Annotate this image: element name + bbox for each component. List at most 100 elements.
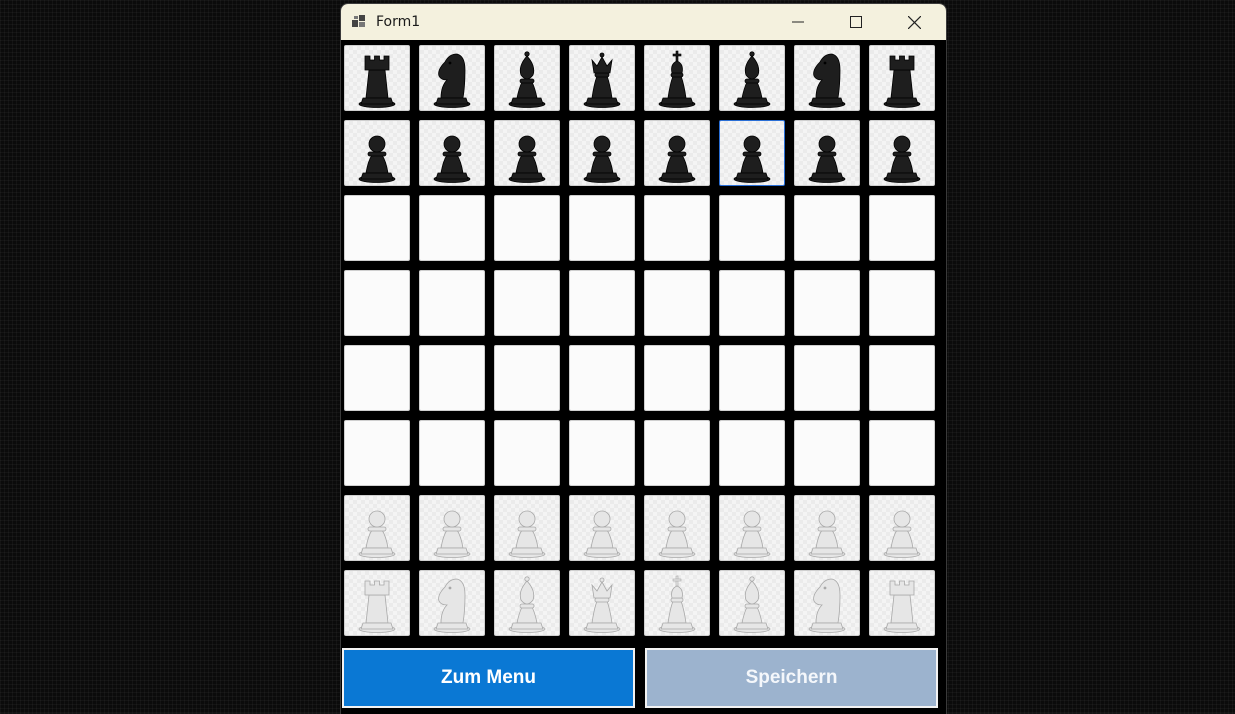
maximize-icon — [850, 16, 862, 28]
black-rook-icon — [358, 55, 396, 108]
board-cell[interactable] — [644, 195, 710, 261]
board-cell[interactable] — [869, 570, 935, 636]
app-window: Form1 Zum Menu Speichern — [340, 3, 947, 714]
board-cell[interactable] — [869, 120, 935, 186]
board-cell[interactable] — [344, 270, 410, 336]
black-knight-icon — [808, 53, 846, 108]
board-cell[interactable] — [794, 270, 860, 336]
board-cell[interactable] — [494, 270, 560, 336]
board-cell[interactable] — [719, 195, 785, 261]
white-knight-icon — [433, 578, 471, 633]
white-pawn-icon — [883, 510, 921, 558]
board-cell[interactable] — [644, 495, 710, 561]
black-pawn-icon — [358, 135, 396, 183]
board-cell[interactable] — [419, 495, 485, 561]
white-pawn-icon — [583, 510, 621, 558]
board-cell[interactable] — [494, 420, 560, 486]
board-cell[interactable] — [569, 195, 635, 261]
board-cell[interactable] — [794, 45, 860, 111]
black-pawn-icon — [658, 135, 696, 183]
board-cell[interactable] — [569, 120, 635, 186]
white-pawn-icon — [733, 510, 771, 558]
close-icon — [907, 15, 921, 29]
zum-menu-button[interactable]: Zum Menu — [342, 648, 635, 708]
board-cell[interactable] — [494, 45, 560, 111]
board-cell[interactable] — [419, 270, 485, 336]
board-cell[interactable] — [869, 345, 935, 411]
board-cell[interactable] — [794, 120, 860, 186]
board-cell[interactable] — [494, 195, 560, 261]
white-bishop-icon — [508, 576, 546, 633]
black-pawn-icon — [808, 135, 846, 183]
white-rook-icon — [883, 580, 921, 633]
window-title: Form1 — [376, 14, 421, 30]
white-pawn-icon — [658, 510, 696, 558]
white-rook-icon — [358, 580, 396, 633]
board-cell[interactable] — [719, 345, 785, 411]
board-cell[interactable] — [644, 345, 710, 411]
speichern-button[interactable]: Speichern — [645, 648, 938, 708]
board-cell[interactable] — [419, 45, 485, 111]
black-bishop-icon — [733, 51, 771, 108]
white-king-icon — [658, 575, 696, 633]
board-cell[interactable] — [719, 570, 785, 636]
white-bishop-icon — [733, 576, 771, 633]
chess-board — [341, 40, 946, 640]
board-cell[interactable] — [419, 195, 485, 261]
board-cell[interactable] — [494, 120, 560, 186]
white-knight-icon — [808, 578, 846, 633]
board-cell[interactable] — [794, 570, 860, 636]
board-cell[interactable] — [569, 495, 635, 561]
board-cell[interactable] — [869, 420, 935, 486]
board-cell[interactable] — [719, 270, 785, 336]
board-cell[interactable] — [869, 45, 935, 111]
board-cell[interactable] — [869, 195, 935, 261]
white-pawn-icon — [433, 510, 471, 558]
white-pawn-icon — [808, 510, 846, 558]
board-cell[interactable] — [719, 420, 785, 486]
board-cell[interactable] — [719, 120, 785, 186]
board-cell[interactable] — [419, 570, 485, 636]
black-rook-icon — [883, 55, 921, 108]
board-cell[interactable] — [344, 420, 410, 486]
board-cell[interactable] — [344, 345, 410, 411]
close-button[interactable] — [885, 4, 943, 40]
black-pawn-icon — [733, 135, 771, 183]
board-cell[interactable] — [344, 120, 410, 186]
board-cell[interactable] — [569, 270, 635, 336]
board-cell[interactable] — [794, 495, 860, 561]
board-cell[interactable] — [794, 420, 860, 486]
board-cell[interactable] — [494, 570, 560, 636]
board-cell[interactable] — [794, 345, 860, 411]
board-cell[interactable] — [494, 495, 560, 561]
board-cell[interactable] — [719, 45, 785, 111]
board-cell[interactable] — [419, 120, 485, 186]
board-cell[interactable] — [344, 195, 410, 261]
board-cell[interactable] — [344, 495, 410, 561]
title-bar[interactable]: Form1 — [341, 4, 946, 40]
minimize-button[interactable] — [769, 4, 827, 40]
black-king-icon — [658, 50, 696, 108]
board-cell[interactable] — [419, 420, 485, 486]
board-cell[interactable] — [569, 570, 635, 636]
board-cell[interactable] — [344, 570, 410, 636]
board-cell[interactable] — [719, 495, 785, 561]
board-cell[interactable] — [644, 570, 710, 636]
board-cell[interactable] — [794, 195, 860, 261]
board-cell[interactable] — [644, 45, 710, 111]
black-pawn-icon — [433, 135, 471, 183]
board-cell[interactable] — [569, 45, 635, 111]
board-cell[interactable] — [644, 270, 710, 336]
board-cell[interactable] — [494, 345, 560, 411]
board-cell[interactable] — [644, 120, 710, 186]
board-cell[interactable] — [569, 345, 635, 411]
maximize-button[interactable] — [827, 4, 885, 40]
black-pawn-icon — [508, 135, 546, 183]
board-cell[interactable] — [644, 420, 710, 486]
board-cell[interactable] — [569, 420, 635, 486]
board-cell[interactable] — [344, 45, 410, 111]
board-cell[interactable] — [869, 270, 935, 336]
board-cell[interactable] — [869, 495, 935, 561]
black-bishop-icon — [508, 51, 546, 108]
board-cell[interactable] — [419, 345, 485, 411]
